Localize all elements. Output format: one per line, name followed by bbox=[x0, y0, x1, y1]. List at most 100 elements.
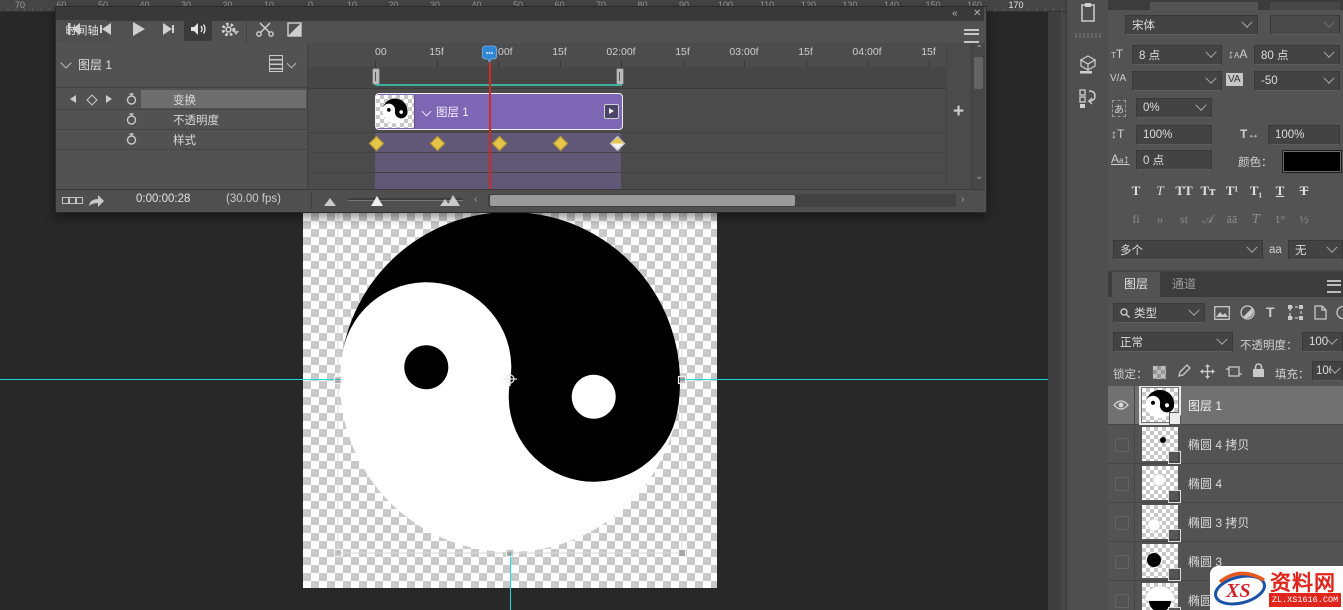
next-frame-button[interactable] bbox=[156, 17, 180, 41]
document-vertical-scrollbar[interactable] bbox=[1048, 11, 1061, 610]
language-select[interactable]: 多个 bbox=[1113, 240, 1263, 260]
frame-view-icon[interactable] bbox=[76, 197, 83, 204]
font-size-select[interactable]: 8 点 bbox=[1132, 45, 1222, 65]
split-clip-scissors-icon[interactable] bbox=[252, 17, 276, 41]
format-button[interactable]: T bbox=[1268, 183, 1292, 199]
baseline-shift-input[interactable]: 0 点 bbox=[1136, 150, 1212, 170]
opentype-button[interactable]: ℴ bbox=[1148, 212, 1172, 227]
filter-more-icon[interactable] bbox=[1336, 305, 1343, 320]
filter-kind-select[interactable]: 类型 bbox=[1113, 303, 1205, 323]
opentype-button[interactable]: āā bbox=[1220, 212, 1244, 227]
tab-channels[interactable]: 通道 bbox=[1160, 272, 1208, 297]
lock-artboard-icon[interactable] bbox=[1226, 364, 1242, 379]
visibility-toggle-empty[interactable] bbox=[1108, 542, 1135, 580]
opentype-button[interactable]: fi bbox=[1124, 212, 1148, 227]
format-button[interactable]: T bbox=[1292, 183, 1316, 199]
layer-thumbnail[interactable] bbox=[1142, 388, 1178, 422]
transition-button[interactable] bbox=[282, 17, 306, 41]
visibility-toggle-empty[interactable] bbox=[1108, 425, 1135, 463]
layer-name[interactable]: 椭圆 4 bbox=[1188, 475, 1222, 492]
filter-smart-objects-icon[interactable] bbox=[1314, 305, 1327, 320]
paragraph-panel-icon[interactable] bbox=[1078, 88, 1098, 108]
fill-input[interactable]: 100% bbox=[1312, 361, 1343, 381]
render-export-arrow-icon[interactable] bbox=[88, 194, 104, 207]
layer-name[interactable]: 椭圆 4 拷贝 bbox=[1188, 436, 1249, 453]
playhead-marker[interactable] bbox=[481, 45, 498, 65]
layers-menu-icon[interactable] bbox=[1327, 280, 1341, 293]
text-color-swatch[interactable] bbox=[1282, 150, 1342, 173]
work-area-end-handle[interactable] bbox=[616, 68, 624, 85]
filter-shape-layers-icon[interactable] bbox=[1288, 305, 1303, 320]
vertical-scale-input[interactable]: 100% bbox=[1136, 125, 1212, 145]
mute-audio-button[interactable] bbox=[184, 17, 212, 41]
filmstrip-icon[interactable] bbox=[269, 55, 283, 72]
opentype-button[interactable]: ½ bbox=[1292, 212, 1316, 227]
stopwatch-icon[interactable] bbox=[126, 93, 137, 105]
panel-menu-icon[interactable] bbox=[964, 29, 979, 43]
opentype-button[interactable]: 𝒜 bbox=[1196, 212, 1220, 227]
opentype-button[interactable]: 𝑇 bbox=[1244, 212, 1268, 227]
horizontal-scale-input[interactable]: 100% bbox=[1268, 125, 1340, 145]
current-time-display[interactable]: 0:00:00:28 bbox=[136, 193, 190, 205]
layer-name[interactable]: 图层 1 bbox=[1188, 397, 1222, 414]
layer-thumbnail[interactable] bbox=[1142, 544, 1178, 578]
lock-pixels-brush-icon[interactable] bbox=[1176, 364, 1190, 379]
scroll-left-icon[interactable]: ‹ bbox=[474, 194, 477, 205]
scroll-down-icon[interactable]: ⌄ bbox=[975, 171, 983, 182]
property-row-style[interactable]: 样式 bbox=[56, 129, 307, 149]
video-clip-bar[interactable]: 图层 1 bbox=[375, 93, 623, 130]
layer-thumbnail[interactable] bbox=[1142, 583, 1178, 610]
filter-adjustment-layers-icon[interactable] bbox=[1240, 305, 1255, 320]
panel-grip[interactable] bbox=[1075, 33, 1101, 38]
layer-row[interactable]: 椭圆 4 拷贝 bbox=[1108, 425, 1343, 464]
work-area-start-handle[interactable] bbox=[372, 68, 380, 85]
zoom-slider-thumb[interactable] bbox=[371, 196, 383, 206]
hscroll-thumb[interactable] bbox=[490, 195, 795, 206]
panel-close-icon[interactable]: ✕ bbox=[973, 8, 981, 19]
libraries-panel-icon[interactable] bbox=[1078, 3, 1098, 23]
lock-position-icon[interactable] bbox=[1200, 364, 1215, 379]
property-row-opacity[interactable]: 不透明度 bbox=[56, 109, 307, 129]
tab-layers[interactable]: 图层 bbox=[1112, 272, 1160, 297]
scroll-right-icon[interactable]: › bbox=[961, 194, 964, 205]
properties-panel-icon[interactable] bbox=[1078, 55, 1098, 75]
leading-select[interactable]: 80 点 bbox=[1254, 45, 1340, 65]
visibility-eye-icon[interactable] bbox=[1108, 386, 1135, 424]
yinyang-artwork[interactable] bbox=[303, 213, 717, 588]
format-button[interactable]: T bbox=[1124, 183, 1148, 199]
layer-row[interactable]: 椭圆 4 bbox=[1108, 464, 1343, 503]
add-keyframe-icon[interactable] bbox=[86, 94, 97, 105]
track-options-caret[interactable] bbox=[288, 60, 295, 67]
blend-mode-select[interactable]: 正常 bbox=[1113, 332, 1233, 352]
opentype-button[interactable]: 1ˢᵗ bbox=[1268, 212, 1292, 227]
layer-row[interactable]: 椭圆 3 拷贝 bbox=[1108, 503, 1343, 542]
timeline-vertical-scrollbar[interactable]: ⌃ ⌄ bbox=[971, 43, 985, 189]
format-button[interactable]: T₁ bbox=[1244, 183, 1268, 199]
previous-frame-button[interactable] bbox=[94, 17, 118, 41]
layer-name[interactable]: 椭圆 bbox=[1188, 592, 1212, 609]
font-style-select[interactable] bbox=[1270, 15, 1340, 35]
timeline-ruler[interactable]: 0015f01:00f15f02:00f15f03:00f15f04:00f15… bbox=[308, 43, 947, 68]
filter-type-layers-icon[interactable]: T bbox=[1266, 304, 1275, 320]
zoom-in-icon[interactable] bbox=[440, 195, 460, 206]
lock-all-icon[interactable] bbox=[1252, 363, 1265, 378]
add-media-button[interactable]: + bbox=[953, 101, 964, 123]
opentype-button[interactable]: st bbox=[1172, 212, 1196, 227]
go-to-first-frame-button[interactable] bbox=[62, 17, 86, 41]
format-button[interactable]: T bbox=[1148, 183, 1172, 199]
clip-expand-caret[interactable] bbox=[423, 108, 430, 115]
antialias-select[interactable]: 无 bbox=[1288, 240, 1343, 260]
opacity-input[interactable]: 100% bbox=[1302, 332, 1343, 352]
stopwatch-icon[interactable] bbox=[126, 133, 137, 145]
font-family-select[interactable]: 宋体 bbox=[1125, 15, 1258, 35]
group-expand-caret[interactable] bbox=[62, 59, 70, 67]
kerning-select[interactable] bbox=[1132, 71, 1222, 91]
visibility-toggle-empty[interactable] bbox=[1108, 464, 1135, 502]
layer-thumbnail[interactable] bbox=[1142, 505, 1178, 539]
zoom-out-icon[interactable] bbox=[324, 198, 336, 206]
frame-view-icon[interactable] bbox=[69, 197, 76, 204]
visibility-toggle-empty[interactable] bbox=[1108, 503, 1135, 541]
format-button[interactable]: TT bbox=[1172, 183, 1196, 199]
format-button[interactable]: Tᴛ bbox=[1196, 183, 1220, 199]
panel-collapse-icon[interactable]: « bbox=[952, 8, 958, 19]
